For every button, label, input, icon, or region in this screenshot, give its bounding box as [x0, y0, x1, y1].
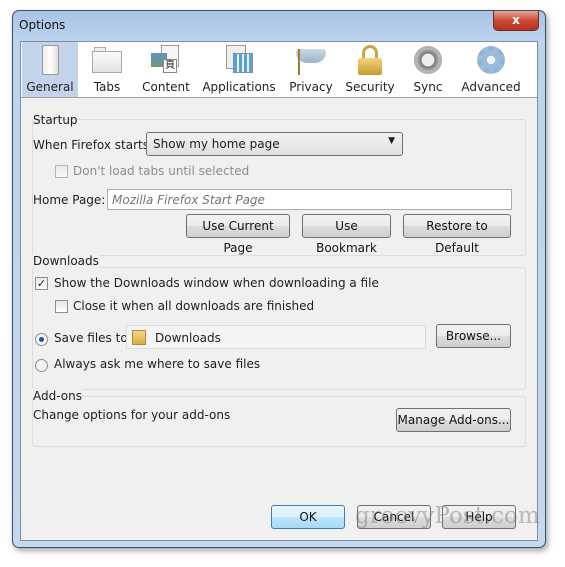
applications-icon — [224, 45, 254, 75]
browse-button[interactable]: Browse... — [436, 324, 511, 348]
tab-general[interactable]: General — [22, 42, 78, 97]
addons-title: Add-ons — [33, 389, 82, 403]
dont-load-label: Don't load tabs until selected — [73, 164, 250, 178]
light-switch-icon — [35, 45, 65, 75]
save-folder-value: Downloads — [155, 331, 221, 345]
tab-security[interactable]: Security — [340, 42, 400, 97]
category-toolbar: General Tabs 頁 Content Applications Priv… — [21, 42, 537, 98]
sync-icon — [413, 45, 443, 75]
client-area: General Tabs 頁 Content Applications Priv… — [20, 41, 538, 541]
watermark: groovyPost.com — [355, 503, 540, 529]
tab-applications[interactable]: Applications — [196, 42, 282, 97]
tab-tabs[interactable]: Tabs — [78, 42, 136, 97]
tab-label: Privacy — [289, 80, 333, 94]
home-page-label: Home Page: — [33, 193, 106, 207]
save-files-label: Save files to — [54, 331, 128, 345]
ok-button[interactable]: OK — [271, 505, 345, 529]
mask-icon — [296, 45, 326, 75]
close-button[interactable]: x — [493, 11, 539, 31]
tab-label: Applications — [202, 80, 276, 94]
close-when-done-checkbox[interactable] — [55, 300, 68, 313]
addons-description: Change options for your add-ons — [33, 408, 231, 422]
tab-privacy[interactable]: Privacy — [282, 42, 340, 97]
tab-label: Advanced — [461, 80, 521, 94]
dont-load-checkbox[interactable] — [55, 165, 68, 178]
manage-addons-button[interactable]: Manage Add-ons... — [396, 408, 511, 432]
use-bookmark-button[interactable]: Use Bookmark — [302, 214, 391, 255]
always-ask-radio[interactable] — [35, 359, 48, 372]
show-downloads-label: Show the Downloads window when downloadi… — [54, 276, 379, 290]
save-files-radio[interactable] — [35, 333, 48, 346]
folder-tabs-icon — [92, 45, 122, 75]
when-starts-select[interactable]: Show my home page ▼ — [146, 132, 403, 156]
gear-icon — [476, 45, 506, 75]
options-window: Options x General Tabs 頁 Content Applica… — [12, 10, 546, 548]
chevron-down-icon: ▼ — [388, 136, 395, 146]
padlock-icon — [355, 45, 385, 75]
tab-label: Sync — [413, 80, 443, 94]
use-current-page-button[interactable]: Use Current Page — [186, 214, 290, 255]
window-title: Options — [19, 18, 66, 32]
restore-default-button[interactable]: Restore to Default — [403, 214, 511, 255]
tab-label: Security — [345, 80, 395, 94]
tab-content[interactable]: 頁 Content — [136, 42, 196, 97]
always-ask-label: Always ask me where to save files — [54, 357, 261, 371]
tab-label: Content — [142, 80, 190, 94]
close-when-done-label: Close it when all downloads are finished — [73, 299, 315, 313]
folder-icon — [132, 330, 146, 345]
downloads-title: Downloads — [33, 254, 99, 268]
tab-sync[interactable]: Sync — [400, 42, 456, 97]
tab-label: Tabs — [93, 80, 121, 94]
startup-title: Startup — [33, 113, 78, 127]
save-folder-field[interactable]: Downloads — [126, 325, 426, 349]
tab-advanced[interactable]: Advanced — [456, 42, 526, 97]
home-page-input[interactable] — [107, 189, 512, 210]
when-starts-label: When Firefox starts: — [33, 138, 154, 152]
content-icon: 頁 — [151, 45, 181, 75]
show-downloads-checkbox[interactable]: ✓ — [35, 277, 48, 290]
select-value: Show my home page — [153, 137, 280, 151]
tab-label: General — [26, 80, 74, 94]
